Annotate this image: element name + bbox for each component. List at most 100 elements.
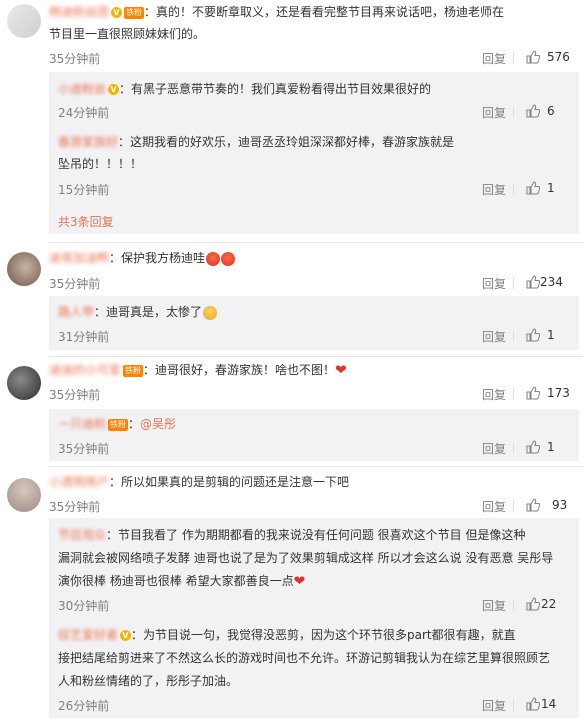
username[interactable]: 一只迪粉 <box>58 417 106 431</box>
avatar[interactable] <box>7 4 41 38</box>
timestamp: 24分钟前 <box>58 106 110 120</box>
username[interactable]: 杨迪粉丝团 <box>49 5 109 19</box>
username[interactable]: 节目观众 <box>58 528 106 542</box>
like-count: 14 <box>541 697 557 711</box>
timestamp: 35分钟前 <box>49 500 101 514</box>
angry-emoji-icon <box>221 251 236 266</box>
divider <box>513 52 514 64</box>
comment-divider <box>49 356 583 357</box>
like-count: 1 <box>547 440 555 454</box>
comment-2-line: 迪哥加油鸭：保护我方杨迪哇 <box>49 247 236 269</box>
username[interactable]: 迪哥加油鸭 <box>49 251 109 265</box>
like-count: 1 <box>547 181 555 195</box>
thumbs-up-icon[interactable] <box>526 50 540 64</box>
timestamp: 30分钟前 <box>58 599 110 613</box>
mention-link[interactable]: @吴彤 <box>140 417 176 431</box>
like-count: 576 <box>547 50 570 64</box>
comment-1-line-2: 节目里一直很照顾妹妹们的。 <box>49 23 205 45</box>
timestamp: 31分钟前 <box>58 330 110 344</box>
username[interactable]: 春游家族好 <box>58 135 118 149</box>
comment-text: ：保护我方杨迪哇 <box>109 251 206 265</box>
reply-button[interactable]: 回复 <box>482 328 506 345</box>
divider <box>513 106 514 118</box>
username[interactable]: 路人甲 <box>58 305 94 319</box>
reply-button[interactable]: 回复 <box>482 386 506 403</box>
like-count: 93 <box>552 498 568 512</box>
comment-divider <box>49 242 583 243</box>
reply-button[interactable]: 回复 <box>482 597 506 614</box>
reply-line: 路人甲：迪哥真是，太惨了 <box>58 301 218 323</box>
reply-button[interactable]: 回复 <box>482 104 506 121</box>
like-count: 1 <box>547 328 555 342</box>
reply-text: 漏洞就会被网络喷子发酵 迪哥也说了是为了效果剪辑成这样 所以才会这么说 没有恶意… <box>58 551 554 565</box>
thumbs-up-icon[interactable] <box>526 386 540 400</box>
avatar[interactable] <box>7 366 41 400</box>
reply-1-line-2: 漏洞就会被网络喷子发酵 迪哥也说了是为了效果剪辑成这样 所以才会这么说 没有恶意… <box>58 547 553 569</box>
reply-text: ：节目我看了 作为期期都看的我来说没有任何问题 很喜欢这个节目 但是像这种 <box>106 528 526 542</box>
thumbs-up-icon[interactable] <box>526 181 540 195</box>
reply-button[interactable]: 回复 <box>482 697 506 714</box>
reply-button[interactable]: 回复 <box>482 50 506 67</box>
reply-1-line: 小迪粉丝 V ：有黑子恶意带节奏的！我们真爱粉看得出节目效果很好的 <box>58 78 431 100</box>
avatar[interactable] <box>7 478 41 512</box>
verified-icon: V <box>108 84 120 95</box>
divider <box>513 599 514 611</box>
reply-text: ：有黑子恶意带节奏的！我们真爱粉看得出节目效果很好的 <box>119 82 432 96</box>
timestamp: 35分钟前 <box>58 442 110 456</box>
username[interactable]: 迪迪的小可爱 <box>49 363 121 377</box>
reply-text: ：这期我看的好欢乐，迪哥丞丞玲姐深深都好棒，春游家族就是 <box>118 135 455 149</box>
like-count: 22 <box>541 597 557 611</box>
reply-2-line-1: 春游家族好：这期我看的好欢乐，迪哥丞丞玲姐深深都好棒，春游家族就是 <box>58 131 454 153</box>
divider <box>513 277 514 289</box>
reply-text: ：为节目说一句，我觉得没恶剪，因为这个环节很多part都很有趣，就直 <box>131 628 516 642</box>
comment-text: ：迪哥很好，春游家族！啥也不图！ <box>143 363 336 377</box>
verified-icon: V <box>120 630 132 641</box>
comment-text: ：真的！不要断章取义，还是看看完整节目再来说话吧，杨迪老师在 <box>144 5 505 19</box>
reply-2-line-2: 坠吊的！！！！ <box>58 153 142 175</box>
reply-button[interactable]: 回复 <box>482 498 506 515</box>
divider <box>513 442 514 454</box>
thumbs-up-icon[interactable] <box>526 275 540 289</box>
reply-text: 人和粉丝情绪的了，彤彤子加油。 <box>58 674 239 688</box>
thumbs-up-icon[interactable] <box>526 440 540 454</box>
reply-2-line-3: 人和粉丝情绪的了，彤彤子加油。 <box>58 670 238 692</box>
divider <box>513 699 514 711</box>
reply-2-line-1: 综艺爱好者 V ：为节目说一句，我觉得没恶剪，因为这个环节很多part都很有趣，就直 <box>58 624 516 646</box>
reply-button[interactable]: 回复 <box>482 275 506 292</box>
timestamp: 26分钟前 <box>58 699 110 713</box>
thumbs-up-icon[interactable] <box>526 597 540 611</box>
thumbs-up-icon[interactable] <box>526 498 540 512</box>
thumbs-up-icon[interactable] <box>526 697 540 711</box>
fan-badge: 铁粉 <box>124 6 145 19</box>
fan-badge: 铁粉 <box>123 364 144 377</box>
avatar[interactable] <box>7 252 41 286</box>
fan-badge: 铁粉 <box>108 418 129 431</box>
reply-line: 一只迪粉 铁粉 ：@吴彤 <box>58 413 176 435</box>
divider <box>513 500 514 512</box>
reply-1-line-3: 演你很棒 杨迪哥也很棒 希望大家都善良一点❤ <box>58 570 305 593</box>
reply-button[interactable]: 回复 <box>482 181 506 198</box>
reply-text: 坠吊的！！！！ <box>58 157 143 171</box>
username[interactable]: 小迪粉丝 <box>58 82 106 96</box>
more-replies-link[interactable]: 共3条回复 <box>58 213 114 230</box>
reply-text: 演你很棒 杨迪哥也很棒 希望大家都善良一点 <box>58 574 294 588</box>
thumbs-up-icon[interactable] <box>526 104 540 118</box>
timestamp: 15分钟前 <box>58 183 110 197</box>
comment-divider <box>49 466 583 467</box>
crying-emoji-icon <box>203 305 218 320</box>
divider <box>513 330 514 342</box>
reply-button[interactable]: 回复 <box>482 440 506 457</box>
heart-icon: ❤ <box>293 573 306 590</box>
angry-emoji-icon <box>206 251 221 266</box>
comment-text: 节目里一直很照顾妹妹们的。 <box>49 27 206 41</box>
timestamp: 35分钟前 <box>49 52 101 66</box>
reply-text: 接把结尾给剪进来了不然这么长的游戏时间也不允许。环游记剪辑我认为在综艺里算很照顾… <box>58 651 551 665</box>
reply-2-line-2: 接把结尾给剪进来了不然这么长的游戏时间也不允许。环游记剪辑我认为在综艺里算很照顾… <box>58 647 550 669</box>
thumbs-up-icon[interactable] <box>526 328 540 342</box>
comment-1-line-1: 杨迪粉丝团 V 铁粉 ：真的！不要断章取义，还是看看完整节目再来说话吧，杨迪老师在 <box>49 1 579 23</box>
reply-1-line-1: 节目观众：节目我看了 作为期期都看的我来说没有任何问题 很喜欢这个节目 但是像这… <box>58 524 525 546</box>
username[interactable]: 综艺爱好者 <box>58 628 118 642</box>
username[interactable]: 小透明用户 <box>49 475 109 489</box>
reply-text: ： <box>128 417 141 431</box>
timestamp: 35分钟前 <box>49 388 101 402</box>
